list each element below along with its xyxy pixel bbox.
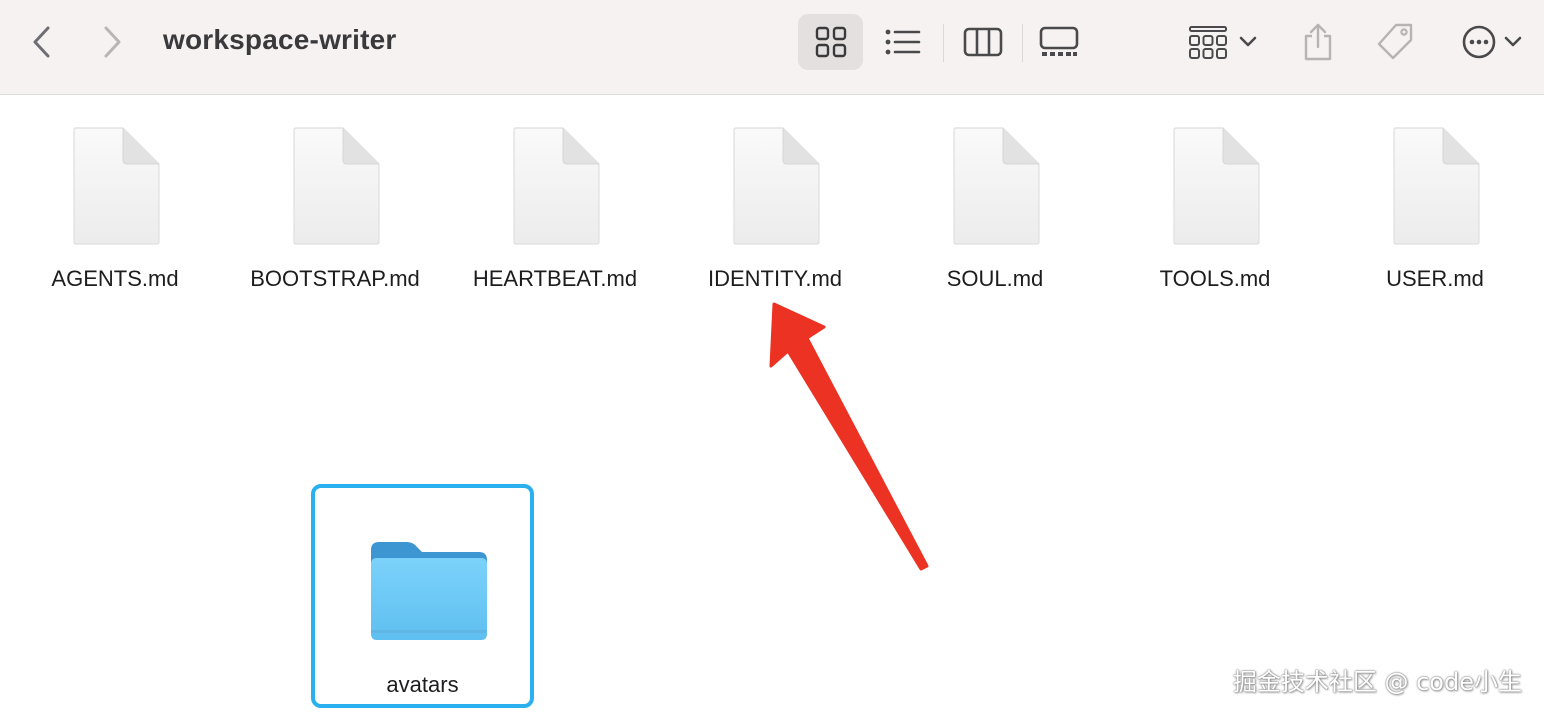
document-icon — [293, 127, 380, 245]
tag-icon — [1377, 23, 1413, 60]
document-icon — [1393, 127, 1480, 245]
forward-button[interactable] — [90, 14, 134, 70]
window-title: workspace-writer — [163, 24, 397, 55]
back-button[interactable] — [20, 14, 64, 70]
file-name: IDENTITY.md — [707, 266, 843, 291]
share-icon — [1304, 23, 1332, 61]
toolbar: workspace-writer — [0, 0, 1544, 95]
file-name: USER.md — [1386, 266, 1484, 291]
icon-view-button[interactable] — [798, 14, 863, 70]
file-name: TOOLS.md — [1159, 266, 1271, 291]
group-by-icon — [1189, 26, 1227, 59]
annotation-arrow — [769, 302, 929, 571]
grid-view-icon — [815, 26, 846, 58]
chevron-down-icon — [1239, 36, 1257, 47]
watermark: 掘金技术社区 @ code小生 — [1232, 668, 1522, 696]
tag-button[interactable] — [1368, 14, 1422, 70]
group-by-button[interactable] — [1180, 14, 1266, 70]
more-actions-button[interactable] — [1452, 14, 1532, 70]
file-name: BOOTSTRAP.md — [250, 266, 420, 291]
chevron-left-icon — [33, 26, 50, 58]
gallery-view-icon — [1039, 26, 1079, 56]
gallery-view-button[interactable] — [1028, 14, 1090, 70]
file-name: HEARTBEAT.md — [472, 266, 638, 291]
document-icon — [953, 127, 1040, 245]
document-icon — [513, 127, 600, 245]
list-view-button[interactable] — [872, 14, 934, 70]
share-button[interactable] — [1294, 14, 1342, 70]
toolbar-separator — [943, 24, 944, 62]
document-icon — [733, 127, 820, 245]
chevron-right-icon — [104, 26, 121, 58]
document-icon — [73, 127, 160, 245]
folder-name: avatars — [386, 672, 459, 697]
file-name: SOUL.md — [946, 266, 1044, 291]
toolbar-separator — [1022, 24, 1023, 62]
column-view-button[interactable] — [952, 14, 1014, 70]
folder-icon — [371, 542, 487, 640]
finder-window: workspace-writer AGENTS.md BOOTSTRAP.md … — [0, 0, 1544, 712]
chevron-down-icon — [1504, 36, 1522, 47]
folder-item[interactable]: avatars — [311, 484, 534, 708]
document-icon — [1173, 127, 1260, 245]
column-view-icon — [963, 27, 1003, 57]
list-view-icon — [885, 29, 921, 55]
ellipsis-circle-icon — [1462, 25, 1496, 59]
file-name: AGENTS.md — [51, 266, 179, 291]
